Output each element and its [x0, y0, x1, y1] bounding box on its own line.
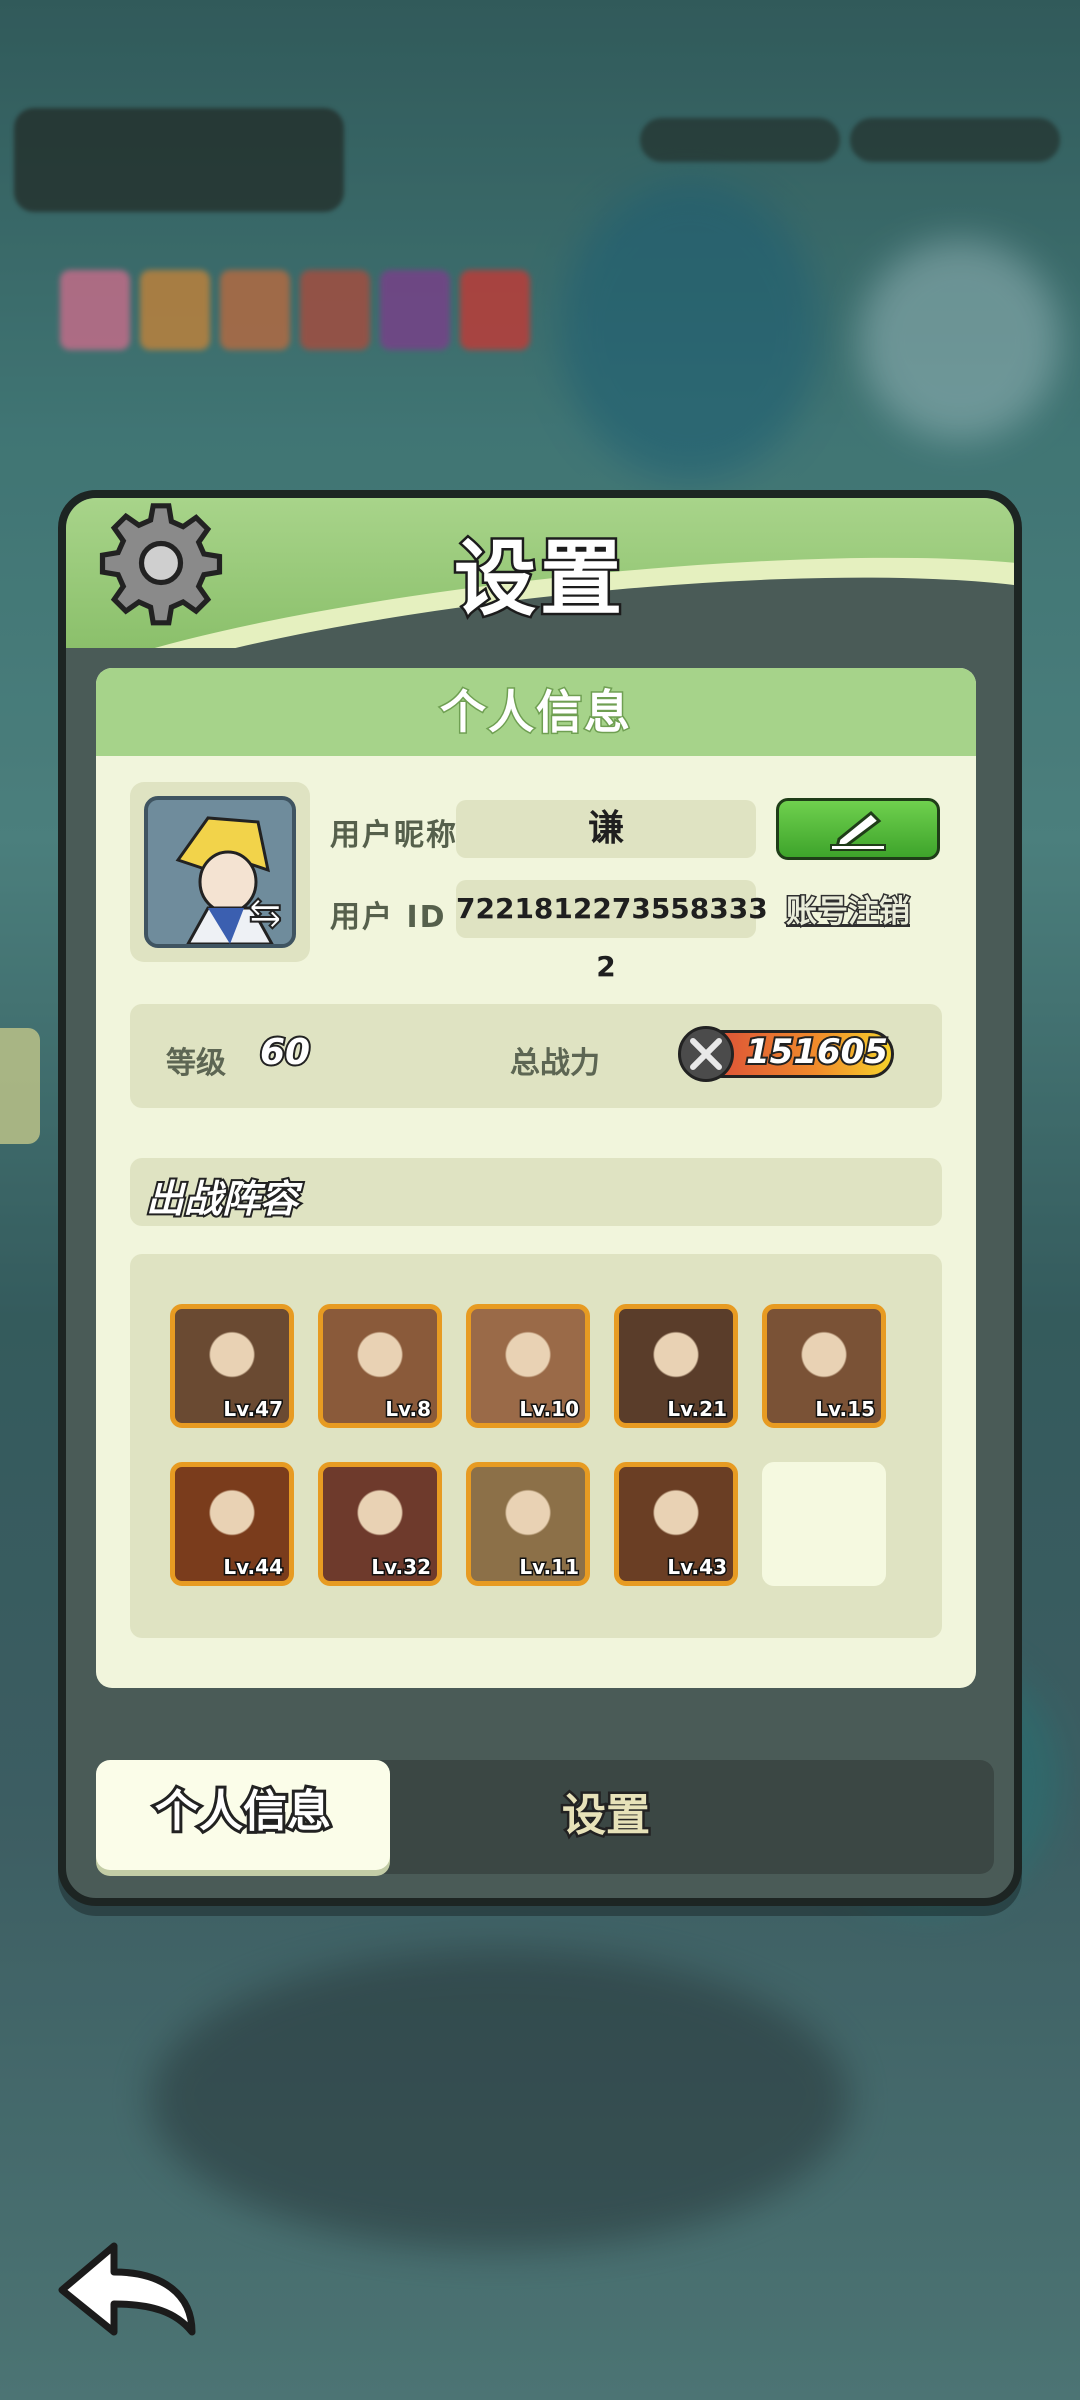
tab-personal-info[interactable]: 个人信息	[96, 1760, 390, 1870]
user-id-field: 7221812273558333 2	[456, 880, 768, 983]
hero-slot-9[interactable]: Lv.43	[614, 1462, 738, 1586]
hero-level: Lv.10	[518, 1396, 581, 1423]
panel-header: 设置	[66, 498, 1014, 648]
section-header: 个人信息	[96, 668, 976, 756]
hud-hero-1	[60, 270, 130, 350]
tab-settings[interactable]: 设置	[506, 1766, 706, 1866]
hud-resource-2	[850, 118, 1060, 162]
hero-level: Lv.44	[222, 1554, 285, 1581]
hero-slot-3[interactable]: Lv.10	[466, 1304, 590, 1428]
crossed-swords-icon	[678, 1026, 734, 1082]
lineup-title: 出战阵容	[144, 1175, 300, 1223]
personal-info-content: 个人信息 ⇆ 用户昵称 谦 用户 ID 7221812273558333 2 账…	[96, 668, 976, 1688]
account-deregister-link[interactable]: 账号注销	[785, 886, 912, 932]
hero-slot-empty[interactable]	[762, 1462, 886, 1586]
back-arrow-icon[interactable]	[52, 2232, 202, 2342]
power-label: 总战力	[510, 1046, 600, 1081]
level-value: 60	[258, 1030, 312, 1075]
hero-level: Lv.32	[370, 1554, 433, 1581]
hero-slot-5[interactable]: Lv.15	[762, 1304, 886, 1428]
hero-slot-1[interactable]: Lv.47	[170, 1304, 294, 1428]
hud-hero-3	[220, 270, 290, 350]
hero-level: Lv.43	[666, 1554, 729, 1581]
hud-hero-2	[140, 270, 210, 350]
edit-nickname-button[interactable]	[776, 798, 940, 860]
user-id-label: 用户 ID	[330, 900, 447, 935]
settings-panel: 设置 个人信息 ⇆ 用户昵称 谦 用户 ID 7221812273558333 …	[58, 490, 1022, 1906]
pencil-icon	[830, 810, 886, 851]
nickname-field: 谦	[456, 800, 756, 858]
hero-slot-7[interactable]: Lv.32	[318, 1462, 442, 1586]
hud-player-card	[14, 108, 344, 212]
panel-title: 设置	[451, 530, 626, 630]
hud-hero-4	[300, 270, 370, 350]
level-label: 等级	[166, 1046, 226, 1081]
hero-slot-8[interactable]: Lv.11	[466, 1462, 590, 1586]
hero-level: Lv.8	[384, 1396, 433, 1423]
hero-level: Lv.47	[222, 1396, 285, 1423]
avatar[interactable]: ⇆	[144, 796, 296, 948]
nickname-label: 用户昵称	[330, 818, 458, 853]
lineup-grid: Lv.47 Lv.8 Lv.10 Lv.21 Lv.15 Lv.44 Lv.32…	[130, 1254, 942, 1638]
hero-level: Lv.11	[518, 1554, 581, 1581]
lineup-header: 出战阵容	[130, 1158, 942, 1226]
power-badge: 151605	[678, 1026, 912, 1082]
hero-slot-6[interactable]: Lv.44	[170, 1462, 294, 1586]
hero-slot-2[interactable]: Lv.8	[318, 1304, 442, 1428]
hud-hero-6	[460, 270, 530, 350]
side-tool-button[interactable]	[0, 1028, 40, 1144]
hero-slot-4[interactable]: Lv.21	[614, 1304, 738, 1428]
swap-icon[interactable]: ⇆	[247, 889, 282, 937]
bottom-tab-bar: 个人信息 设置	[96, 1760, 994, 1874]
hud-resource-1	[640, 118, 840, 162]
hud-hero-5	[380, 270, 450, 350]
hero-level: Lv.21	[666, 1396, 729, 1423]
avatar-frame[interactable]: ⇆	[130, 782, 310, 962]
stats-bar: 等级 60 总战力 151605	[130, 1004, 942, 1108]
hero-level: Lv.15	[814, 1396, 877, 1423]
power-value: 151605	[744, 1030, 890, 1074]
